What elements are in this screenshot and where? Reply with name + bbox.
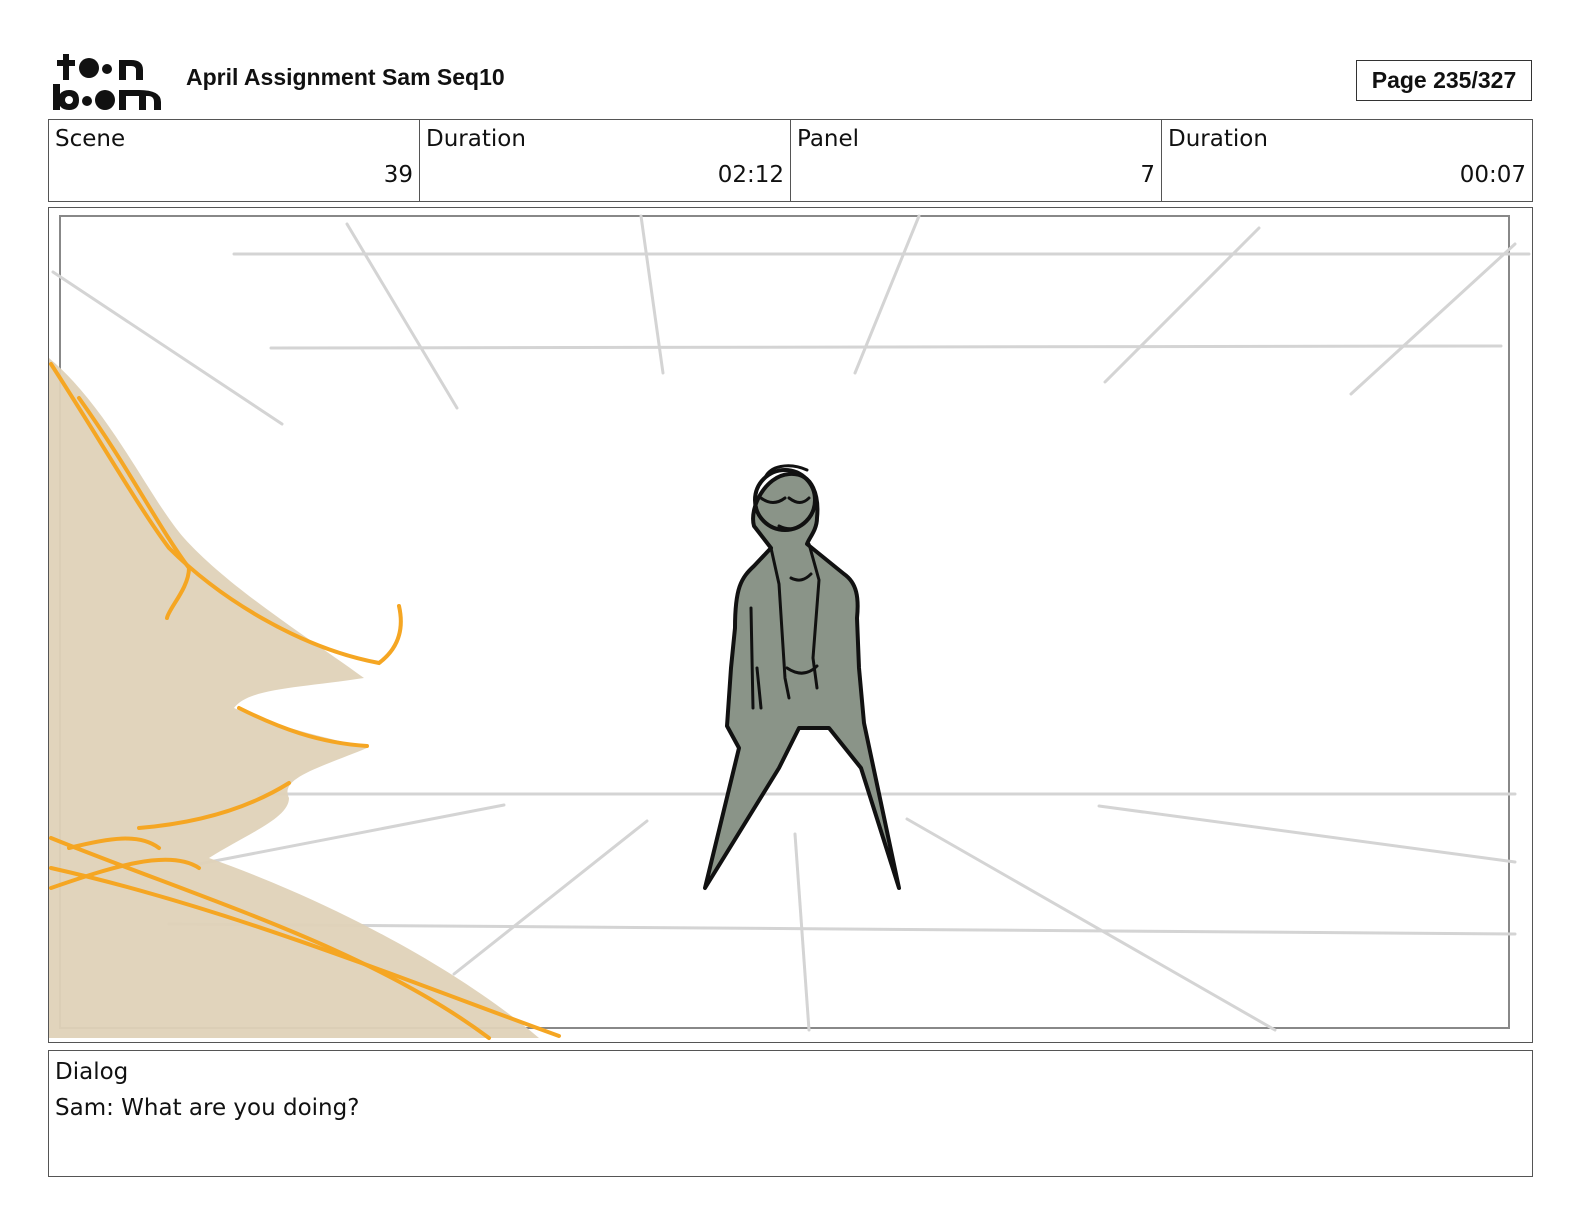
page-indicator: Page 235/327 (1356, 60, 1532, 101)
panel-info-row: Scene 39 Duration 02:12 Panel 7 Duration… (48, 119, 1533, 202)
panel-label: Panel (797, 126, 860, 152)
panel-duration-cell: Duration 00:07 (1162, 120, 1532, 201)
scene-duration-value: 02:12 (717, 162, 784, 188)
standing-figure (703, 464, 901, 890)
panel-cell: Panel 7 (791, 120, 1162, 201)
project-title: April Assignment Sam Seq10 (186, 64, 505, 90)
scene-number: 39 (383, 162, 413, 188)
toon-boom-logo (51, 50, 163, 112)
panel-sketch (49, 214, 1531, 1040)
storyboard-panel (48, 207, 1533, 1043)
toon-boom-logo-mark (53, 54, 161, 110)
dialog-box: Dialog Sam: What are you doing? (48, 1050, 1533, 1177)
panel-number: 7 (1140, 162, 1155, 188)
scene-duration-label: Duration (426, 126, 526, 152)
scene-cell: Scene 39 (49, 120, 420, 201)
scene-duration-cell: Duration 02:12 (420, 120, 791, 201)
scene-label: Scene (55, 126, 126, 152)
panel-duration-label: Duration (1168, 126, 1268, 152)
panel-duration-value: 00:07 (1459, 162, 1526, 188)
dialog-label: Dialog (55, 1059, 129, 1085)
dialog-text: Sam: What are you doing? (55, 1095, 360, 1121)
